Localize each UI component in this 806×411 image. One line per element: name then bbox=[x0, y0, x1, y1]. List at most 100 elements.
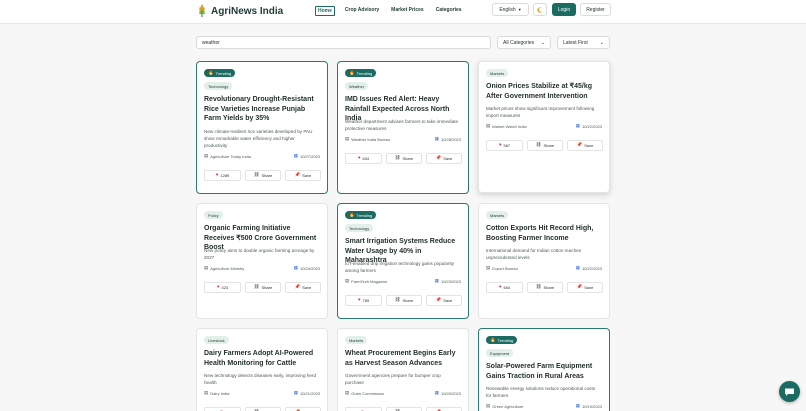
save-button[interactable]: 📌Save bbox=[426, 295, 462, 306]
card-title[interactable]: Cotton Exports Hit Record High, Boosting… bbox=[486, 224, 603, 243]
save-button[interactable]: 📌Save bbox=[567, 140, 603, 151]
link-icon: ⛓ bbox=[535, 284, 542, 290]
like-button[interactable]: ♥ bbox=[204, 407, 241, 411]
logo-text: AgriNews India bbox=[211, 5, 284, 17]
share-button[interactable]: ⛓Share bbox=[245, 407, 281, 411]
card-source: ▤ Weather India Bureau bbox=[345, 137, 390, 142]
heart-icon: ♥ bbox=[498, 284, 502, 290]
card-title[interactable]: Dairy Farmers Adopt AI-Powered Health Mo… bbox=[204, 349, 321, 368]
like-button[interactable]: ♥ 1289 bbox=[204, 169, 241, 181]
like-count: 634 bbox=[362, 156, 370, 161]
category-select[interactable]: All Categories ⌄ bbox=[497, 36, 551, 49]
like-button[interactable]: ♥ 567 bbox=[486, 140, 523, 151]
share-button[interactable]: ⛓Share bbox=[386, 295, 422, 306]
card-title[interactable]: Onion Prices Stabilize at ₹45/kg After G… bbox=[486, 82, 603, 101]
card-source: ▤ Market Watch India bbox=[486, 124, 527, 129]
newspaper-icon: ▤ bbox=[345, 278, 350, 284]
date-label: 10/19/2023 bbox=[581, 404, 602, 409]
date-label: 10/22/2023 bbox=[581, 124, 602, 129]
trending-badge: 🔥 Trending bbox=[204, 69, 236, 77]
card-date: ▦ 10/23/2023 bbox=[435, 279, 461, 284]
news-card[interactable]: 🔥 Trending Weather IMD Issues Red Alert: He… bbox=[337, 61, 469, 194]
save-button[interactable]: 📌Save bbox=[426, 153, 462, 164]
news-card[interactable]: Policy Organic Farming Initiative Receive… bbox=[196, 203, 328, 319]
share-label: Share bbox=[543, 285, 555, 290]
share-button[interactable]: ⛓Share bbox=[527, 140, 563, 151]
newspaper-icon: ▤ bbox=[345, 136, 350, 142]
login-button[interactable]: Login bbox=[552, 3, 576, 16]
card-date: ▦ 10/24/2023 bbox=[294, 266, 320, 271]
like-button[interactable]: ♥ 789 bbox=[345, 295, 382, 306]
save-button[interactable]: 📌Save bbox=[285, 407, 321, 411]
newspaper-icon: ▤ bbox=[345, 390, 350, 396]
newspaper-icon: ▤ bbox=[486, 265, 491, 271]
theme-toggle-button[interactable] bbox=[533, 3, 547, 16]
register-button[interactable]: Register bbox=[580, 3, 611, 16]
link-icon: ⛓ bbox=[253, 284, 260, 290]
card-source: ▤ Dairy India bbox=[204, 391, 229, 396]
share-button[interactable]: ⛓Share bbox=[386, 153, 422, 164]
card-title[interactable]: Wheat Procurement Begins Early as Harves… bbox=[345, 349, 462, 368]
card-date: ▦ 10/20/2023 bbox=[435, 391, 461, 396]
share-button[interactable]: ⛓Share bbox=[527, 282, 563, 293]
save-label: Save bbox=[302, 285, 312, 290]
link-icon: ⛓ bbox=[253, 171, 260, 177]
source-label: FarmTech Magazine bbox=[351, 279, 388, 284]
category-badge: Markets bbox=[486, 211, 509, 219]
heart-icon: ♥ bbox=[498, 142, 502, 148]
nav-categories[interactable]: Categories bbox=[434, 6, 464, 16]
news-card[interactable]: Markets Wheat Procurement Begins Early as… bbox=[337, 328, 469, 411]
save-button[interactable]: 📌Save bbox=[285, 282, 321, 293]
newspaper-icon: ▤ bbox=[486, 403, 491, 409]
like-button[interactable]: ♥ bbox=[345, 407, 382, 411]
heart-icon: ♥ bbox=[216, 284, 220, 290]
card-title[interactable]: Solar-Powered Farm Equipment Gains Tract… bbox=[486, 362, 603, 381]
save-button[interactable]: 📌Save bbox=[285, 169, 321, 181]
news-card[interactable]: 🔥 Trending Technology Smart Irrigation Syst… bbox=[337, 203, 469, 319]
like-button[interactable]: ♥ 654 bbox=[486, 282, 523, 293]
category-badge: Technology bbox=[345, 224, 374, 232]
nav-home[interactable]: Home bbox=[315, 6, 335, 16]
language-label: English bbox=[499, 6, 516, 13]
category-select-label: All Categories bbox=[503, 39, 535, 46]
search-input[interactable]: weather bbox=[196, 36, 491, 49]
trending-label: Trending bbox=[356, 70, 373, 76]
chat-button[interactable] bbox=[779, 381, 800, 402]
save-button[interactable]: 📌Save bbox=[426, 407, 462, 411]
news-card[interactable]: Livestock Dairy Farmers Adopt AI-Powered … bbox=[196, 328, 328, 411]
source-label: Export Bureau bbox=[492, 266, 518, 271]
link-icon: ⛓ bbox=[394, 297, 401, 303]
card-description: Government agencies prepare for bumper c… bbox=[345, 373, 441, 385]
card-date: ▦ 10/28/2023 bbox=[435, 137, 461, 142]
card-title[interactable]: Revolutionary Drought-Resistant Rice Var… bbox=[204, 95, 321, 124]
fire-icon: 🔥 bbox=[349, 69, 355, 75]
like-button[interactable]: ♥ 634 bbox=[345, 153, 382, 164]
language-select[interactable]: English ▼ bbox=[492, 3, 529, 16]
trending-badge: 🔥 Trending bbox=[486, 336, 518, 344]
category-badge: Policy bbox=[204, 211, 223, 219]
calendar-icon: ▦ bbox=[434, 136, 439, 142]
news-card[interactable]: 🔥 Trending Equipment Solar-Powered Farm Equ… bbox=[478, 328, 610, 411]
newspaper-icon: ▤ bbox=[486, 123, 491, 129]
calendar-icon: ▦ bbox=[293, 390, 298, 396]
nav-crop-advisory[interactable]: Crop Advisory bbox=[343, 6, 381, 16]
save-button[interactable]: 📌Save bbox=[567, 282, 603, 293]
fire-icon: 🔥 bbox=[490, 336, 496, 342]
share-button[interactable]: ⛓Share bbox=[245, 282, 281, 293]
like-count: 1289 bbox=[220, 172, 230, 178]
news-card[interactable]: Markets Cotton Exports Hit Record High, B… bbox=[478, 203, 610, 319]
card-description: New policy aims to double organic farmin… bbox=[204, 248, 315, 260]
card-description: New technology detects diseases early, i… bbox=[204, 373, 317, 385]
news-card[interactable]: Markets Onion Prices Stabilize at ₹45/kg … bbox=[478, 61, 610, 193]
sort-select[interactable]: Latest First ⌄ bbox=[557, 36, 610, 49]
share-label: Share bbox=[402, 298, 414, 303]
like-button[interactable]: ♥ 423 bbox=[204, 282, 241, 293]
news-card[interactable]: 🔥 Trending Technology Revolutionary Drought… bbox=[196, 61, 328, 194]
share-button[interactable]: ⛓Share bbox=[245, 169, 281, 181]
nav-market-prices[interactable]: Market Prices bbox=[389, 6, 426, 16]
card-date: ▦ 10/22/2023 bbox=[576, 124, 602, 129]
logo[interactable]: AgriNews India bbox=[197, 4, 283, 18]
share-button[interactable]: ⛓Share bbox=[386, 407, 422, 411]
share-label: Share bbox=[402, 156, 414, 161]
link-icon: ⛓ bbox=[394, 155, 401, 161]
